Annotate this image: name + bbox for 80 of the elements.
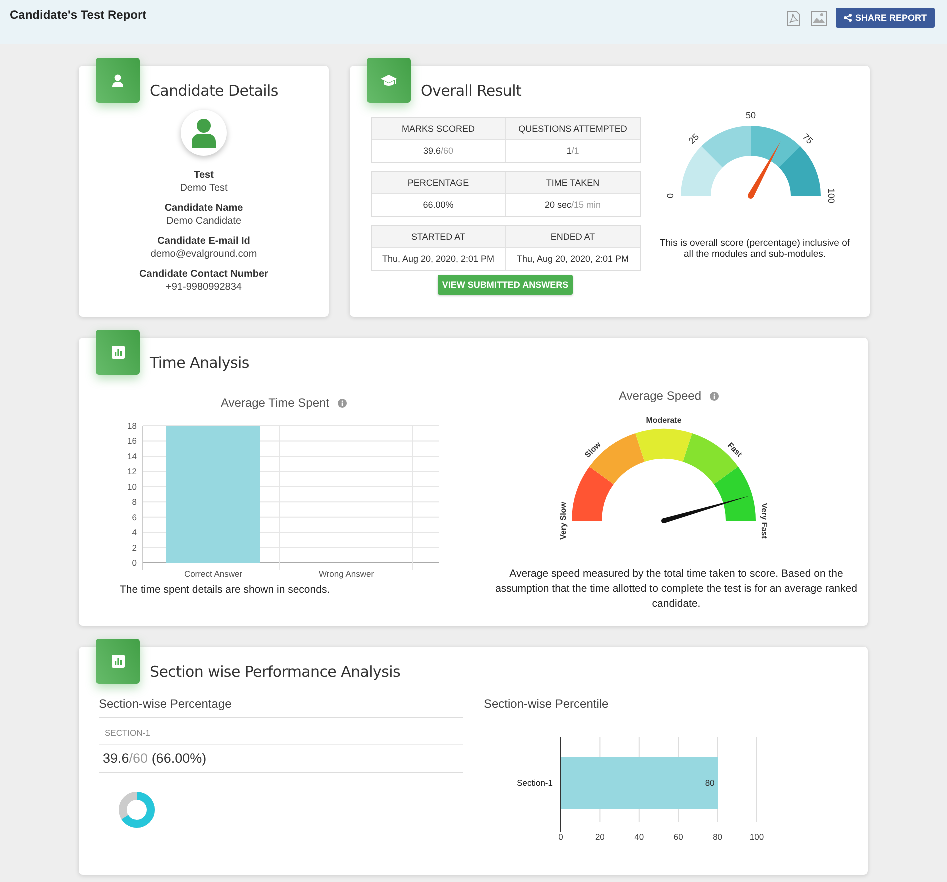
- card-title: Overall Result: [421, 82, 522, 100]
- gauge-segment: [702, 126, 751, 168]
- section-score: 39.6/60 (66.00%): [99, 745, 463, 773]
- field-value: Demo Test: [180, 183, 228, 194]
- card-title: Section wise Performance Analysis: [150, 663, 400, 681]
- stat-label: ENDED AT: [506, 226, 640, 248]
- gauge-label: Very Fast: [760, 503, 769, 539]
- gauge-label: 50: [746, 110, 756, 120]
- axis-tick: 40: [634, 832, 644, 842]
- info-icon[interactable]: [710, 392, 719, 400]
- share-report-button[interactable]: SHARE REPORT: [836, 8, 935, 28]
- axis-tick: 0: [132, 558, 137, 568]
- graduation-cap-icon: [380, 74, 398, 88]
- gauge-segment: [751, 126, 800, 168]
- gauge-segment: [779, 146, 821, 196]
- field-value: demo@evalground.com: [150, 249, 258, 260]
- axis-tick: 20: [595, 832, 605, 842]
- field-label: Candidate E-mail Id: [158, 236, 250, 247]
- axis-tick: 0: [558, 832, 564, 842]
- field-label: Candidate Name: [164, 203, 244, 214]
- gauge-label: 25: [686, 132, 702, 146]
- stat-value: 66.00%: [372, 194, 506, 216]
- axis-tick: 16: [128, 436, 137, 446]
- gauge-label: Very Slow: [559, 502, 568, 540]
- axis-tick: 18: [128, 421, 137, 431]
- axis-tick: 6: [132, 512, 137, 522]
- stat-label: STARTED AT: [372, 226, 506, 248]
- info-icon[interactable]: [338, 398, 347, 408]
- axis-tick: 2: [132, 542, 137, 553]
- person-icon: [111, 74, 125, 88]
- image-icon[interactable]: [811, 10, 828, 26]
- donut-chart: [119, 792, 155, 828]
- panel-title: Section-wise Percentage: [99, 697, 463, 718]
- bar-chart-icon: [112, 655, 124, 668]
- page-title: Candidate's Test Report: [10, 8, 147, 22]
- bar-chart-icon: [112, 346, 124, 359]
- gauge-segment: [681, 146, 723, 196]
- chart-title: Average Time Spent: [221, 396, 330, 410]
- card-title: Candidate Details: [150, 82, 278, 100]
- stat-value: Thu, Aug 20, 2020, 2:01 PM: [516, 253, 630, 266]
- axis-tick: 14: [128, 451, 137, 462]
- axis-tick: 12: [128, 466, 137, 477]
- category-label: Correct Answer: [184, 569, 243, 579]
- stat-value: 20 sec/15 min: [544, 199, 602, 212]
- axis-tick: 100: [750, 832, 764, 842]
- stat-value: Thu, Aug 20, 2020, 2:01 PM: [372, 248, 506, 270]
- gauge-segment: [572, 466, 614, 521]
- gauge-title: Average Speed: [619, 389, 702, 403]
- person-icon: [192, 118, 216, 148]
- axis-tick: 10: [128, 482, 137, 492]
- gauge-note: Average speed measured by the total time taken to score. Based on the assumption that the time allotted to complete the test is for an average ranked candidate.: [494, 567, 858, 612]
- card-title: Time Analysis: [150, 354, 250, 372]
- data-label: 80: [705, 778, 715, 788]
- gauge-label: 75: [800, 132, 816, 146]
- category-label: Wrong Answer: [318, 569, 374, 579]
- gauge-label: Moderate: [646, 416, 682, 426]
- stat-value: 39.6/60: [372, 140, 506, 162]
- chart-note: The time spent details are shown in seconds.: [120, 584, 330, 596]
- stat-label: TIME TAKEN: [506, 172, 640, 194]
- stat-label: QUESTIONS ATTEMPTED: [506, 118, 640, 140]
- axis-tick: 80: [713, 832, 723, 842]
- field-label: Test: [194, 170, 214, 181]
- pdf-icon[interactable]: [786, 10, 802, 26]
- category-label: Section-1: [517, 778, 553, 788]
- stat-label: PERCENTAGE: [372, 172, 506, 194]
- section-name: SECTION-1: [99, 718, 463, 745]
- axis-tick: 60: [674, 832, 684, 842]
- stat-label: MARKS SCORED: [372, 118, 506, 140]
- axis-tick: 8: [132, 497, 137, 508]
- gauge-segment: [714, 466, 756, 521]
- gauge-label: 100: [826, 188, 837, 204]
- panel-title: Section-wise Percentile: [484, 697, 609, 713]
- field-value: +91-9980992834: [166, 282, 242, 293]
- share-icon: [844, 14, 852, 22]
- field-label: Candidate Contact Number: [140, 269, 268, 280]
- gauge-note: This is overall score (percentage) inclusive of all the modules and sub-modules.: [658, 238, 852, 260]
- stat-value: 1/1: [566, 145, 580, 158]
- gauge-label: 0: [665, 194, 676, 198]
- field-value: Demo Candidate: [166, 216, 242, 227]
- axis-tick: 4: [132, 528, 137, 538]
